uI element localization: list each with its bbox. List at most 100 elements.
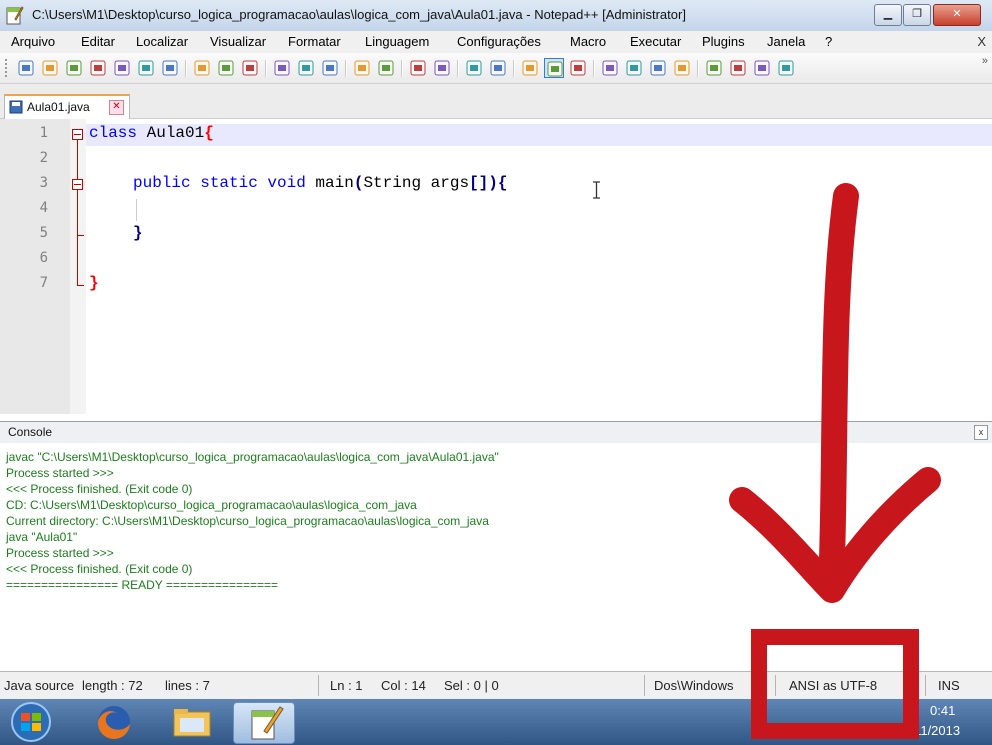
- copy-icon[interactable]: [216, 58, 236, 78]
- menu-visualizar[interactable]: Visualizar: [210, 34, 266, 49]
- console-close-button[interactable]: x: [974, 425, 988, 440]
- redo-icon[interactable]: [296, 58, 316, 78]
- identifier: main: [305, 174, 354, 192]
- show-all-chars-icon[interactable]: [520, 58, 540, 78]
- menu-help[interactable]: ?: [825, 34, 832, 49]
- zoom-out-icon[interactable]: [408, 58, 428, 78]
- stop-record-icon[interactable]: [672, 58, 692, 78]
- console-line: java "Aula01": [6, 530, 78, 544]
- identifier: Aula01: [137, 124, 205, 142]
- menu-macro[interactable]: Macro: [570, 34, 606, 49]
- line-number: 4: [39, 200, 48, 216]
- zoom-in-icon[interactable]: [376, 58, 396, 78]
- current-line-highlight: [86, 124, 992, 146]
- maximize-button[interactable]: ❐: [903, 4, 931, 26]
- new-file-icon[interactable]: [16, 58, 36, 78]
- menu-plugins[interactable]: Plugins: [702, 34, 745, 49]
- fold-collapse-icon[interactable]: [72, 129, 83, 140]
- taskbar-notepadpp[interactable]: [233, 702, 295, 744]
- taskbar-explorer[interactable]: [162, 702, 222, 742]
- menu-executar[interactable]: Executar: [630, 34, 681, 49]
- console-line: <<< Process finished. (Exit code 0): [6, 482, 193, 496]
- find-icon[interactable]: [320, 58, 340, 78]
- console-line: Process started >>>: [6, 546, 114, 560]
- record-macro-icon[interactable]: [648, 58, 668, 78]
- minimize-icon: ▁: [883, 8, 893, 20]
- function-list-icon[interactable]: [624, 58, 644, 78]
- notepadpp-window: C:\Users\M1\Desktop\curso_logica_program…: [0, 0, 992, 745]
- brace: }: [89, 274, 99, 292]
- menu-janela[interactable]: Janela: [767, 34, 805, 49]
- indent-guide-icon[interactable]: [544, 58, 564, 78]
- clock-date[interactable]: 26/11/2013: [896, 723, 960, 738]
- title-bar[interactable]: C:\Users\M1\Desktop\curso_logica_program…: [0, 0, 992, 32]
- toolbar-overflow-button[interactable]: »: [982, 55, 988, 67]
- clock-time[interactable]: 0:41: [930, 703, 955, 718]
- toolbar-separator: [513, 60, 515, 77]
- line-number: 5: [39, 225, 48, 241]
- console-line: <<< Process finished. (Exit code 0): [6, 562, 193, 576]
- start-button[interactable]: [6, 701, 56, 743]
- sync-horizontal-icon[interactable]: [464, 58, 484, 78]
- save-icon[interactable]: [64, 58, 84, 78]
- notepadpp-app-icon[interactable]: [6, 5, 24, 25]
- undo-icon[interactable]: [272, 58, 292, 78]
- status-language: Java source: [4, 678, 75, 693]
- spell-check-icon[interactable]: [776, 58, 796, 78]
- cut-icon[interactable]: [192, 58, 212, 78]
- console-line: ================ READY ================: [6, 578, 279, 592]
- toolbar-grip[interactable]: [5, 59, 11, 77]
- fold-end-marker: [77, 235, 84, 236]
- taskbar: 0:41 26/11/2013: [0, 699, 992, 745]
- close-window-button[interactable]: ✕: [933, 4, 981, 26]
- save-macro-icon[interactable]: [752, 58, 772, 78]
- replace-icon[interactable]: [352, 58, 372, 78]
- open-folder-icon[interactable]: [40, 58, 60, 78]
- fold-collapse-icon[interactable]: [72, 179, 83, 190]
- saved-file-icon: [9, 100, 23, 114]
- tab-label: Aula01.java: [27, 100, 90, 114]
- paste-icon[interactable]: [240, 58, 260, 78]
- fold-guide: [77, 140, 78, 285]
- restore-icon: ❐: [912, 8, 922, 20]
- user-lang-icon[interactable]: [568, 58, 588, 78]
- save-all-icon[interactable]: [88, 58, 108, 78]
- taskbar-firefox[interactable]: [84, 702, 144, 742]
- line-number-gutter: 1 2 3 4 5 6 7: [0, 119, 70, 414]
- toolbar-separator: [457, 60, 459, 77]
- sync-vertical-icon[interactable]: [432, 58, 452, 78]
- tab-close-icon[interactable]: ✕: [109, 100, 124, 115]
- menu-localizar[interactable]: Localizar: [136, 34, 188, 49]
- status-encoding: ANSI as UTF-8: [789, 678, 878, 693]
- keyword: public static void: [133, 174, 306, 192]
- close-all-icon[interactable]: [136, 58, 156, 78]
- menu-configuracoes[interactable]: Configurações: [457, 34, 541, 49]
- close-document-button[interactable]: X: [977, 34, 986, 49]
- code-editor[interactable]: 1 2 3 4 5 6 7 class Aula01{ public stati…: [0, 119, 992, 414]
- tab-aula01[interactable]: Aula01.java ✕: [4, 94, 130, 119]
- print-icon[interactable]: [160, 58, 180, 78]
- brace: {: [204, 124, 214, 142]
- close-file-icon[interactable]: [112, 58, 132, 78]
- menu-editar[interactable]: Editar: [81, 34, 115, 49]
- status-lines: lines : 7: [165, 678, 210, 693]
- doc-map-icon[interactable]: [600, 58, 620, 78]
- code-line-1: class Aula01{: [89, 124, 214, 142]
- menu-bar: Arquivo Editar Localizar Visualizar Form…: [0, 31, 992, 53]
- toolbar-separator: [593, 60, 595, 77]
- run-multiple-icon[interactable]: [728, 58, 748, 78]
- play-macro-icon[interactable]: [704, 58, 724, 78]
- brace: {: [497, 174, 508, 192]
- console-output[interactable]: javac "C:\Users\M1\Desktop\curso_logica_…: [0, 443, 992, 669]
- status-separator: [925, 675, 926, 696]
- code-line-5: }: [133, 224, 143, 242]
- menu-formatar[interactable]: Formatar: [288, 34, 341, 49]
- minimize-button[interactable]: ▁: [874, 4, 902, 26]
- console-title: Console: [8, 425, 53, 439]
- menu-linguagem[interactable]: Linguagem: [365, 34, 429, 49]
- keyword: class: [89, 124, 138, 142]
- toolbar: »: [0, 53, 992, 84]
- word-wrap-icon[interactable]: [488, 58, 508, 78]
- status-separator: [775, 675, 776, 696]
- menu-arquivo[interactable]: Arquivo: [11, 34, 55, 49]
